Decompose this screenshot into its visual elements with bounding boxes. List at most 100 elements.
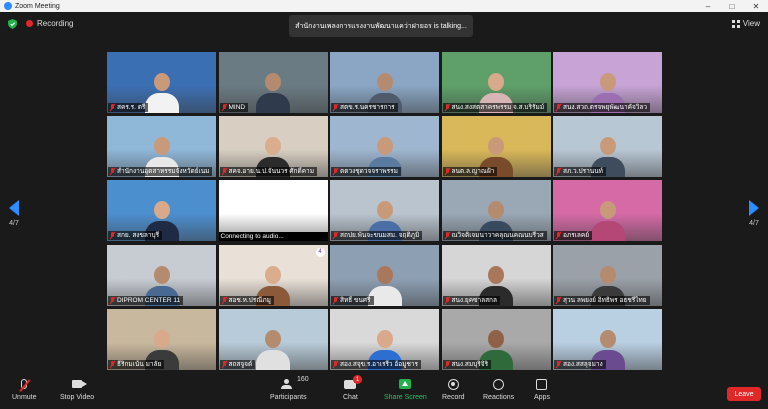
participant-nameplate: ธีริกมเน้น มาลัย [108,359,165,369]
participant-name: สถสจูจด์ [228,360,253,368]
page-indicator-left: 4/7 [9,220,19,227]
microphone-muted-icon [445,360,450,368]
next-page-button[interactable]: 4/7 [744,200,764,227]
participant-name: DIPROM CENTER 11 [117,296,181,304]
page-indicator-right: 4/7 [749,220,759,227]
participant-name: สกย. สงขลาบุรี [117,232,160,240]
window-title: Zoom Meeting [15,2,60,10]
video-tile[interactable]: สถสจูจด์ [218,308,328,370]
minimize-button[interactable]: – [696,2,720,11]
participant-name: สนง.สวถ.ตรจพยุพัฒนาคัจวิลว [563,104,648,111]
video-tile[interactable]: ตตวงชุดวจจราพรรม [330,116,439,178]
participant-nameplate: DIPROM CENTER 11 [108,295,184,305]
microphone-muted-icon [333,168,338,175]
maximize-button[interactable]: □ [720,2,744,11]
video-tile[interactable]: อภรเลคย์ [553,180,662,242]
participant-nameplate: สนง.ยุคซาลสกล [442,295,500,305]
participant-nameplate: สำนักงานอุตสาหรรมจังหวัดย์เนม [108,167,212,177]
microphone-muted-icon [222,296,227,304]
video-tile[interactable]: ธีริกมเน้น มาลัย [107,308,216,370]
microphone-muted-icon [556,360,561,368]
microphone-muted-icon [556,296,561,304]
apps-button[interactable]: Apps [534,377,550,401]
participant-nameplate: สนง.สมบุริจิริ [442,359,492,369]
unmute-button[interactable]: Unmute [12,377,37,401]
participant-name: ตตวงชุดวจจราพรรม [340,168,398,176]
participant-nameplate: ณวิจติเจมนาวาคลุณนคณนบรีวส [442,231,547,241]
unmute-label: Unmute [12,394,37,401]
reactions-button[interactable]: Reactions [483,377,514,401]
participant-figure [144,73,179,113]
microphone-muted-icon [445,232,450,239]
video-tile[interactable]: สำนักงานอุตสาหรรมจังหวัดย์เนม [107,116,216,178]
participant-nameplate: สตข.ร.นครชารการ [331,103,398,112]
video-tile[interactable]: สคจ.อาย.น.ป.จันนวร ศักดิ์คาม [218,116,328,178]
zoom-app-icon [4,2,12,10]
participant-figure [256,329,290,370]
participants-icon [281,379,295,389]
participant-name: สนง.ยุคซาลสกล [451,296,497,304]
participant-name: อภรเลคย์ [563,232,590,240]
leave-button[interactable]: Leave [727,387,761,401]
video-tile[interactable]: 4 สอช.ห.ปรณีภมู [218,244,328,306]
chat-label: Chat [343,394,358,401]
video-tile[interactable]: สอง.สจุข.ร.อาเรรีว อ้อมูชาร [330,308,439,370]
chat-unread-badge: 1 [353,375,362,384]
microphone-muted-icon [333,232,338,239]
video-tile[interactable]: สกย. สงขลาบุรี [107,180,216,242]
participant-name: สำนักงานอุตสาหรรมจังหวัดย์เนม [117,168,210,176]
participant-name: สนง.สงสตสาครพรรม จ.ส.บริรัมม์ [451,104,545,111]
participant-nameplate: สอช.ห.ปรณีภมู [219,295,274,305]
video-tile[interactable]: สนง.ยุคซาลสกล [441,244,551,306]
video-tile[interactable]: สนง.สมบุริจิริ [441,308,551,370]
stop-video-button[interactable]: Stop Video [60,377,94,401]
participant-nameplate: สถปย.พ้นจะขนมสม. จฤติภูมิ [331,231,423,241]
participant-name: ธีริกมเน้น มาลัย [117,360,162,368]
participant-nameplate: ตตวงชุดวจจราพรรม [331,167,401,177]
microphone-muted-icon [556,168,561,175]
share-screen-button[interactable]: Share Screen [384,377,427,401]
video-tile[interactable]: สตข.ร.นครชารการ [330,52,439,113]
record-button[interactable]: Record [442,377,465,401]
video-tile[interactable]: สคร.ร. ตรี [107,52,216,113]
video-tile[interactable]: สอง.สสลุจมาง [553,308,662,370]
participant-nameplate: สนง.สวถ.ตรจพยุพัฒนาคัจวิลว [554,103,651,112]
microphone-muted-icon [556,232,561,239]
microphone-muted-icon [333,360,338,368]
microphone-muted-icon [110,360,115,368]
participant-nameplate: อภรเลคย์ [554,231,593,241]
share-screen-icon [399,379,412,389]
previous-page-button[interactable]: 4/7 [4,200,24,227]
video-tile[interactable]: สถปย.พ้นจะขนมสม. จฤติภูมิ [330,180,439,242]
recording-dot-icon [26,20,33,27]
participant-name: สคจ.อาย.น.ป.จันนวร ศักดิ์คาม [228,168,315,176]
video-tile[interactable]: ณวิจติเจมนาวาคลุณนคณนบรีวส [441,180,551,242]
video-tile[interactable]: สิทธิ์ ขนศรี [330,244,439,306]
participant-nameplate: สภ.ว.ปรานนท์ [554,167,606,177]
video-tile[interactable]: สภ.ว.ปรานนท์ [553,116,662,178]
view-button[interactable]: View [731,19,760,28]
participant-name: สนง.สมบุริจิริ [451,360,489,368]
close-button[interactable]: ✕ [744,2,768,11]
video-tile[interactable]: Connecting to audio... [218,180,328,242]
window-titlebar: Zoom Meeting – □ ✕ [0,0,768,12]
participant-nameplate: สคจ.อาย.น.ป.จันนวร ศักดิ์คาม [219,167,317,177]
arrow-right-icon [749,200,759,216]
video-tile[interactable]: สนง.สวถ.ตรจพยุพัฒนาคัจวิลว [553,52,662,113]
video-tile[interactable]: สนง.สงสตสาครพรรม จ.ส.บริรัมม์ [441,52,551,113]
video-tile[interactable]: ลนต.ล.ญาณฝ้า [441,116,551,178]
participant-figure [256,73,290,113]
recording-label[interactable]: Recording [37,19,73,28]
participant-name: สภ.ว.ปรานนท์ [563,168,603,176]
participant-name: ลนต.ล.ญาณฝ้า [451,168,495,176]
microphone-muted-icon [110,104,115,111]
participant-nameplate: สกย. สงขลาบุรี [108,231,163,241]
connecting-audio-label: Connecting to audio... [218,232,328,242]
video-tile[interactable]: สุวน ลพยงย์ อิทธิพร อธชรีไทย [553,244,662,306]
video-tile[interactable]: DIPROM CENTER 11 [107,244,216,306]
microphone-muted-icon [445,296,450,304]
stop-video-label: Stop Video [60,394,95,401]
participant-nameplate: สุวน ลพยงย์ อิทธิพร อธชรีไทย [554,295,650,305]
security-shield-icon[interactable] [8,19,17,29]
video-tile[interactable]: MIND [218,52,328,113]
